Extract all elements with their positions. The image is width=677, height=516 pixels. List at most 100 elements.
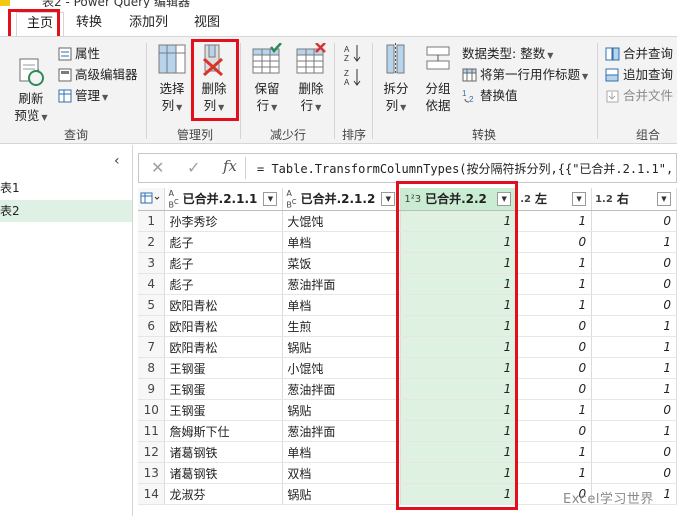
tab-home[interactable]: 主页 — [16, 12, 65, 36]
confirm-formula-icon[interactable]: ✓ — [187, 158, 200, 177]
cell-c1[interactable]: 欧阳青松 — [164, 336, 284, 358]
row-number[interactable]: 6 — [138, 315, 166, 337]
row-number[interactable]: 8 — [138, 357, 166, 379]
sort-descending-button[interactable]: ZA — [344, 67, 365, 89]
cell-c3[interactable]: 1 — [400, 357, 518, 379]
combine-files-button[interactable]: 合并文件 — [605, 87, 673, 105]
cell-c4[interactable]: 0 — [516, 336, 593, 358]
cell-c3[interactable]: 1 — [400, 378, 518, 400]
cell-c5[interactable]: 0 — [591, 399, 677, 421]
remove-columns-button[interactable]: 删除 列 ▼ — [196, 43, 232, 116]
properties-button[interactable]: 属性 — [58, 45, 100, 63]
cell-c2[interactable]: 锅贴 — [282, 336, 402, 358]
cell-c3[interactable]: 1 — [400, 336, 518, 358]
cell-c5[interactable]: 1 — [591, 357, 677, 379]
tab-transform[interactable]: 转换 — [76, 12, 102, 36]
cell-c2[interactable]: 双档 — [282, 462, 402, 484]
cell-c4[interactable]: 1 — [516, 399, 593, 421]
cell-c1[interactable]: 王钢蛋 — [164, 378, 284, 400]
cell-c2[interactable]: 大馄饨 — [282, 210, 402, 232]
column-header-c1[interactable]: A BC 已合并.2.1.1 ▼ — [164, 188, 284, 211]
tab-view[interactable]: 视图 — [194, 12, 220, 36]
cell-c3[interactable]: 1 — [400, 462, 518, 484]
sort-ascending-button[interactable]: AZ — [344, 43, 365, 65]
query-item-table2[interactable]: 表2 — [0, 200, 132, 222]
formula-input[interactable]: = Table.TransformColumnTypes(按分隔符拆分列,{{"… — [257, 160, 677, 177]
cell-c4[interactable]: 0 — [516, 378, 593, 400]
row-number[interactable]: 7 — [138, 336, 166, 358]
cell-c3[interactable]: 1 — [400, 399, 518, 421]
row-number[interactable]: 11 — [138, 420, 166, 442]
cell-c2[interactable]: 单档 — [282, 294, 402, 316]
cell-c4[interactable]: 0 — [516, 315, 593, 337]
cell-c2[interactable]: 小馄饨 — [282, 357, 402, 379]
cell-c1[interactable]: 彪子 — [164, 231, 284, 253]
cell-c3[interactable]: 1 — [400, 441, 518, 463]
cell-c4[interactable]: 0 — [516, 420, 593, 442]
cell-c1[interactable]: 王钢蛋 — [164, 399, 284, 421]
fx-icon[interactable]: fx — [223, 157, 237, 175]
cell-c5[interactable]: 1 — [591, 336, 677, 358]
cell-c3[interactable]: 1 — [400, 252, 518, 274]
cell-c2[interactable]: 单档 — [282, 231, 402, 253]
data-type-dropdown[interactable]: 数据类型: 整数 ▼ — [462, 45, 553, 65]
advanced-editor-button[interactable]: 高级编辑器 — [58, 66, 138, 84]
cell-c3[interactable]: 1 — [400, 231, 518, 253]
row-number[interactable]: 2 — [138, 231, 166, 253]
keep-rows-button[interactable]: 保留 行 ▼ — [248, 43, 286, 116]
cell-c1[interactable]: 彪子 — [164, 273, 284, 295]
cell-c4[interactable]: 1 — [516, 210, 593, 232]
cell-c4[interactable]: 1 — [516, 252, 593, 274]
cell-c2[interactable]: 锅贴 — [282, 483, 402, 505]
cell-c3[interactable]: 1 — [400, 420, 518, 442]
row-number[interactable]: 14 — [138, 483, 166, 505]
cell-c5[interactable]: 0 — [591, 462, 677, 484]
remove-rows-button[interactable]: 删除 行 ▼ — [292, 43, 330, 116]
row-number[interactable]: 5 — [138, 294, 166, 316]
row-number[interactable]: 10 — [138, 399, 166, 421]
row-number[interactable]: 9 — [138, 378, 166, 400]
cell-c3[interactable]: 1 — [400, 210, 518, 232]
column-filter-button[interactable]: ▼ — [497, 192, 512, 206]
cell-c4[interactable]: 0 — [516, 231, 593, 253]
cell-c5[interactable]: 0 — [591, 273, 677, 295]
cell-c3[interactable]: 1 — [400, 294, 518, 316]
cell-c1[interactable]: 龙淑芬 — [164, 483, 284, 505]
cell-c2[interactable]: 葱油拌面 — [282, 273, 402, 295]
cell-c4[interactable]: 0 — [516, 357, 593, 379]
cell-c2[interactable]: 葱油拌面 — [282, 378, 402, 400]
cell-c4[interactable]: 1 — [516, 294, 593, 316]
column-header-c5[interactable]: 1.2 右 ▼ — [591, 188, 677, 211]
cell-c5[interactable]: 1 — [591, 378, 677, 400]
cell-c5[interactable]: 0 — [591, 252, 677, 274]
refresh-preview-button[interactable]: 刷新 预览 ▼ — [12, 57, 50, 126]
cell-c5[interactable]: 1 — [591, 420, 677, 442]
row-number[interactable]: 3 — [138, 252, 166, 274]
cell-c2[interactable]: 锅贴 — [282, 399, 402, 421]
replace-values-button[interactable]: 1 2 替换值 — [462, 87, 518, 105]
table-menu-cell[interactable] — [138, 188, 166, 211]
cell-c1[interactable]: 诸葛钢铁 — [164, 441, 284, 463]
column-filter-button[interactable]: ▼ — [572, 192, 587, 206]
cell-c2[interactable]: 菜饭 — [282, 252, 402, 274]
cell-c4[interactable]: 1 — [516, 441, 593, 463]
cell-c2[interactable]: 葱油拌面 — [282, 420, 402, 442]
cell-c5[interactable]: 1 — [591, 315, 677, 337]
row-number[interactable]: 13 — [138, 462, 166, 484]
query-item-table1[interactable]: 表1 — [0, 177, 132, 199]
choose-columns-button[interactable]: 选择 列 ▼ — [152, 43, 192, 116]
column-header-c2[interactable]: A BC 已合并.2.1.2 ▼ — [282, 188, 402, 211]
cell-c1[interactable]: 诸葛钢铁 — [164, 462, 284, 484]
cell-c1[interactable]: 孙李秀珍 — [164, 210, 284, 232]
cell-c5[interactable]: 0 — [591, 294, 677, 316]
cell-c2[interactable]: 单档 — [282, 441, 402, 463]
row-number[interactable]: 1 — [138, 210, 166, 232]
column-filter-button[interactable]: ▼ — [263, 192, 278, 206]
cell-c5[interactable]: 1 — [591, 231, 677, 253]
cell-c3[interactable]: 1 — [400, 273, 518, 295]
cell-c1[interactable]: 欧阳青松 — [164, 294, 284, 316]
use-first-row-as-headers-button[interactable]: 将第一行用作标题 ▼ — [462, 66, 588, 86]
cell-c1[interactable]: 王钢蛋 — [164, 357, 284, 379]
cell-c4[interactable]: 1 — [516, 462, 593, 484]
tab-add-column[interactable]: 添加列 — [129, 12, 168, 36]
